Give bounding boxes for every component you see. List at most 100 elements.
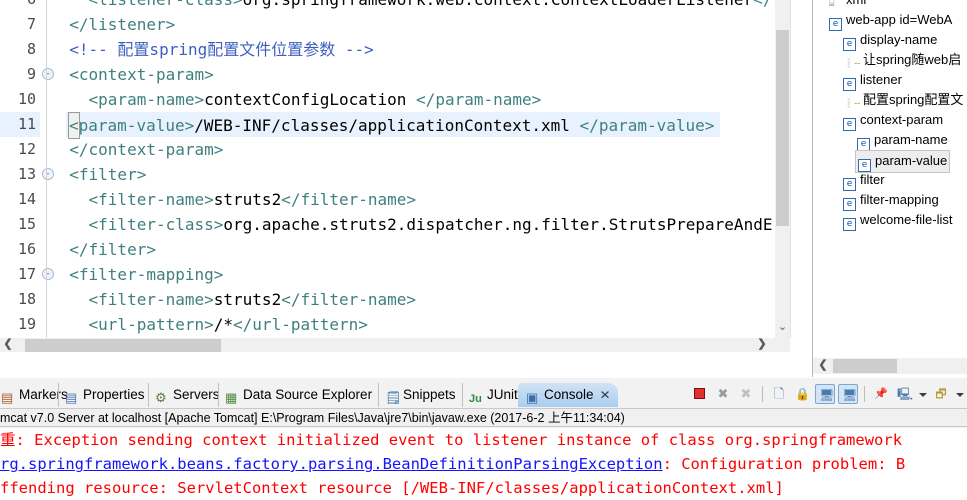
code-line[interactable]: 12 </context-param> xyxy=(0,137,775,162)
outline-horizontal-scrollbar[interactable]: ❮ xyxy=(812,358,967,374)
view-tab-snippets[interactable]: 🗒Snippets xyxy=(378,383,462,407)
clear-console-button[interactable]: 🗋 xyxy=(769,384,789,404)
outline-node-label: context-param xyxy=(860,112,944,127)
outline-node[interactable]: e filter xyxy=(813,170,967,191)
show-console-on-output-button[interactable]: 🖥 xyxy=(815,384,835,404)
code-line[interactable]: 8 <!-- 配置spring配置文件位置参数 --> xyxy=(0,37,775,62)
console-icon: ▣ xyxy=(526,390,539,405)
terminate-button[interactable] xyxy=(690,384,710,404)
outline-view[interactable]: ⌸xmleweb-app id=WebAedisplay-name❕--让spr… xyxy=(812,0,967,377)
outline-node-body: e param-name xyxy=(855,130,950,151)
code-text[interactable]: <listener-class>org.springframework.web.… xyxy=(48,0,775,12)
code-segment: org.springframework.web.context.ContextL… xyxy=(243,0,754,9)
code-line[interactable]: 9- <context-param> xyxy=(0,62,775,87)
code-text[interactable]: </listener> xyxy=(48,12,181,37)
snippets-icon: 🗒 xyxy=(385,390,402,405)
editor-vertical-scroll-thumb[interactable] xyxy=(776,30,789,226)
remove-launch-button[interactable]: ✖ xyxy=(713,384,733,404)
code-text[interactable]: <url-pattern>/*</url-pattern> xyxy=(48,312,374,337)
scroll-right-icon[interactable]: ❯ xyxy=(754,338,770,352)
outline-node[interactable]: e web-app id=WebA xyxy=(813,10,967,31)
pin-console-button[interactable]: 📌 xyxy=(871,384,891,404)
dropdown-arrow-icon[interactable] xyxy=(917,384,928,404)
editor-horizontal-scrollbar[interactable]: ❮ ❯ xyxy=(0,338,790,352)
code-viewport[interactable]: 6 <listener-class>org.springframework.we… xyxy=(0,0,775,338)
outline-node-label: filter-mapping xyxy=(860,192,939,207)
code-line[interactable]: 18 <filter-name>struts2</filter-name> xyxy=(0,287,775,312)
code-line[interactable]: 14 <filter-name>struts2</filter-name> xyxy=(0,187,775,212)
xml-source-editor[interactable]: 6 <listener-class>org.springframework.we… xyxy=(0,0,806,352)
view-tab-data-source-explorer[interactable]: ▦ Data Source Explorer xyxy=(218,383,378,407)
outline-node-label: web-app id=WebA xyxy=(846,12,953,27)
view-tab-properties[interactable]: ▤ Properties xyxy=(58,383,151,407)
outline-node[interactable]: ❕-- 让spring随web启 xyxy=(813,50,967,70)
outline-node[interactable]: e param-value xyxy=(813,150,967,173)
view-tab-junit[interactable]: Ju JUnit xyxy=(462,383,524,407)
code-text[interactable]: <filter> xyxy=(48,162,152,187)
code-text[interactable]: </filter> xyxy=(48,237,162,262)
console-line: ffending resource: ServletContext resour… xyxy=(0,476,967,500)
line-number: 6 xyxy=(0,0,40,12)
show-console-on-error-button[interactable]: 🖥 xyxy=(838,384,858,404)
code-line[interactable]: 6 <listener-class>org.springframework.we… xyxy=(0,0,775,12)
overview-ruler[interactable] xyxy=(790,0,805,338)
code-text[interactable]: <filter-name>struts2</filter-name> xyxy=(48,287,422,312)
view-tab-label: Data Source Explorer xyxy=(243,387,373,402)
outline-node[interactable]: e context-param xyxy=(813,110,967,131)
editor-vertical-scrollbar[interactable]: ⌄ xyxy=(775,0,790,338)
scroll-down-icon[interactable]: ⌄ xyxy=(775,320,790,336)
outline-scroll-left-icon[interactable]: ❮ xyxy=(815,358,831,374)
line-number: 9 xyxy=(26,65,36,83)
code-text[interactable]: </context-param> xyxy=(48,137,229,162)
code-line[interactable]: 19 <url-pattern>/*</url-pattern> xyxy=(0,312,775,337)
outline-scroll-thumb[interactable] xyxy=(833,359,897,373)
view-tab-label: Snippets xyxy=(403,387,456,402)
code-line[interactable]: 13- <filter> xyxy=(0,162,775,187)
console-link[interactable]: rg.springframework.beans.factory.parsing… xyxy=(0,455,663,473)
line-number: 7 xyxy=(26,15,36,33)
console-text: 重: Exception sending context initialized… xyxy=(0,431,903,449)
code-text[interactable]: <param-value>/WEB-INF/classes/applicatio… xyxy=(66,112,721,139)
code-segment: <filter-name> xyxy=(50,290,214,309)
outline-node[interactable]: e welcome-file-list xyxy=(813,210,967,231)
code-segment: struts2 xyxy=(213,190,282,209)
code-text[interactable]: <filter-class>org.apache.struts2.dispatc… xyxy=(48,212,775,237)
view-tab-console[interactable]: ▣ Console ✕ xyxy=(518,383,618,407)
code-segment: </param-name> xyxy=(416,90,542,109)
view-tab-label: Console xyxy=(544,387,594,402)
code-text[interactable]: <filter-mapping> xyxy=(48,262,229,287)
outline-node[interactable]: e filter-mapping xyxy=(813,190,967,211)
dropdown-arrow-icon[interactable] xyxy=(954,384,965,404)
outline-node[interactable]: e display-name xyxy=(813,30,967,51)
remove-all-launches-button[interactable]: ✖ xyxy=(736,384,756,404)
code-line[interactable]: 11 <param-value>/WEB-INF/classes/applicat… xyxy=(0,112,775,139)
outline-node[interactable]: ❕-- 配置spring配置文 xyxy=(813,90,967,110)
code-line[interactable]: 16 </filter> xyxy=(0,237,775,262)
console-toolbar[interactable]: ✖ ✖ 🗋 🔒 🖥 🖥 📌 🖳 🗗 xyxy=(690,382,965,406)
console-text: ffending resource: ServletContext resour… xyxy=(0,479,784,497)
scroll-left-icon[interactable]: ❮ xyxy=(0,338,16,352)
code-text[interactable]: <context-param> xyxy=(48,62,220,87)
code-line[interactable]: 17- <filter-mapping> xyxy=(0,262,775,287)
outline-node-body: e filter xyxy=(841,170,887,191)
outline-node[interactable]: e param-name xyxy=(813,130,967,151)
code-line[interactable]: 10 <param-name>contextConfigLocation </p… xyxy=(0,87,775,112)
close-icon[interactable]: ✕ xyxy=(599,384,610,407)
open-console-button[interactable]: 🗗 xyxy=(931,384,951,404)
console-output[interactable]: 重: Exception sending context initialized… xyxy=(0,428,967,500)
code-line[interactable]: 15 <filter-class>org.apache.struts2.disp… xyxy=(0,212,775,237)
code-line[interactable]: 7 </listener> xyxy=(0,12,775,37)
outline-node[interactable]: ⌸ xml xyxy=(813,0,967,10)
code-text[interactable]: <param-name>contextConfigLocation </para… xyxy=(48,87,547,112)
editor-horizontal-scroll-thumb[interactable] xyxy=(25,339,221,352)
outline-node[interactable]: e listener xyxy=(813,70,967,91)
code-text[interactable]: <filter-name>struts2</filter-name> xyxy=(48,187,422,212)
view-tab-label: JUnit xyxy=(487,387,518,402)
code-text[interactable]: <!-- 配置spring配置文件位置参数 --> xyxy=(48,37,380,62)
view-tab-servers[interactable]: ⚙ Servers xyxy=(148,383,226,407)
code-segment: <filter> xyxy=(50,165,147,184)
code-segment: org.apache.struts2.dispatcher.ng.filter.… xyxy=(223,215,773,234)
code-segment: <!-- 配置spring配置文件位置参数 --> xyxy=(50,40,374,59)
scroll-lock-button[interactable]: 🔒 xyxy=(792,384,812,404)
display-console-button[interactable]: 🖳 xyxy=(894,384,914,404)
